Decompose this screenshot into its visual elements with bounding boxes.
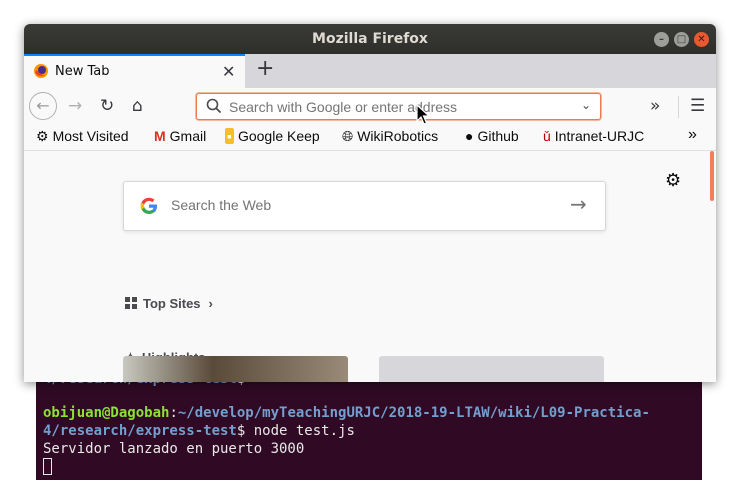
scrollbar[interactable] (710, 151, 714, 201)
settings-gear-icon[interactable]: ⚙ (665, 170, 681, 191)
overflow-chevron-icon[interactable]: » (650, 96, 660, 116)
gmail-icon: M (154, 128, 166, 144)
title-bar[interactable]: Mozilla Firefox – □ ✕ (24, 24, 716, 54)
tab-bar: New Tab ✕ + (24, 54, 716, 88)
globe-icon: 🌐︎ (342, 128, 354, 144)
search-go-arrow-icon[interactable]: → (570, 192, 587, 216)
close-window-button[interactable]: ✕ (694, 32, 709, 47)
url-input[interactable] (229, 97, 559, 116)
gear-icon: ⚙ (36, 128, 49, 144)
search-icon (206, 98, 222, 118)
mouse-pointer-icon (416, 103, 431, 130)
terminal-prompt-line: obijuan@Dagobah:~/develop/myTeachingURJC… (43, 405, 650, 421)
tab-label: New Tab (55, 64, 110, 79)
new-tab-page: ⚙ Search the Web → Top Sites› ✧Highlight… (24, 150, 716, 382)
github-icon: ● (465, 128, 474, 144)
highlight-card-placeholder[interactable] (379, 356, 604, 382)
maximize-button[interactable]: □ (674, 32, 689, 47)
url-bar[interactable]: ⌄ (196, 93, 601, 120)
toolbar-separator (678, 96, 679, 118)
bookmarks-overflow-chevron-icon[interactable]: » (688, 126, 697, 144)
terminal-output: Servidor lanzado en puerto 3000 (43, 441, 305, 457)
search-the-web-box[interactable]: Search the Web → (123, 181, 606, 231)
tab-new-tab[interactable]: New Tab ✕ (24, 54, 245, 88)
terminal-command-line: 4/research/express-test$ node test.js (43, 423, 355, 439)
grid-icon (125, 297, 137, 309)
terminal-command: $ node test.js (236, 423, 355, 439)
terminal-window[interactable]: 4/research/express-test$ obijuan@Dagobah… (36, 374, 702, 480)
hamburger-menu-icon[interactable]: ☰ (690, 96, 705, 116)
terminal-user: obijuan@Dagobah (43, 405, 170, 421)
firefox-window: Mozilla Firefox – □ ✕ New Tab ✕ + ← → ↻ … (24, 24, 716, 382)
terminal-cursor (43, 458, 52, 475)
new-tab-button[interactable]: + (256, 56, 274, 81)
navigation-toolbar: ← → ↻ ⌂ ⌄ » ☰ (24, 88, 716, 126)
bookmark-intranet-urjc[interactable]: ǔ Intranet-URJC (543, 128, 644, 144)
highlight-card-thumbnail[interactable] (123, 356, 348, 382)
bookmark-wikirobotics[interactable]: 🌐︎ WikiRobotics (342, 128, 438, 145)
home-button[interactable]: ⌂ (132, 96, 143, 116)
urjc-icon: ǔ (543, 128, 551, 144)
google-icon (139, 196, 159, 220)
bookmarks-toolbar: ⚙ Most Visited M Gmail ▪ Google Keep 🌐︎ Wiki… (24, 126, 716, 150)
bookmark-gmail[interactable]: M Gmail (154, 128, 206, 144)
window-title: Mozilla Firefox (312, 31, 428, 47)
search-the-web-placeholder: Search the Web (171, 197, 272, 213)
tab-close-icon[interactable]: ✕ (222, 62, 235, 81)
firefox-icon (33, 63, 49, 83)
bookmark-google-keep[interactable]: ▪ Google Keep (225, 128, 320, 144)
bookmark-github[interactable]: ● Github (465, 128, 519, 144)
keep-icon: ▪ (225, 128, 234, 144)
reload-button[interactable]: ↻ (100, 96, 114, 116)
top-sites-header[interactable]: Top Sites › (125, 296, 213, 311)
forward-button[interactable]: → (68, 96, 82, 116)
minimize-button[interactable]: – (654, 32, 669, 47)
chevron-down-icon[interactable]: ⌄ (581, 98, 591, 112)
terminal-cursor-line (43, 458, 52, 477)
back-button[interactable]: ← (29, 92, 57, 120)
bookmark-most-visited[interactable]: ⚙ Most Visited (36, 128, 129, 145)
terminal-path: ~/develop/myTeachingURJC/2018-19-LTAW/wi… (177, 405, 650, 421)
chevron-right-icon: › (208, 296, 213, 311)
